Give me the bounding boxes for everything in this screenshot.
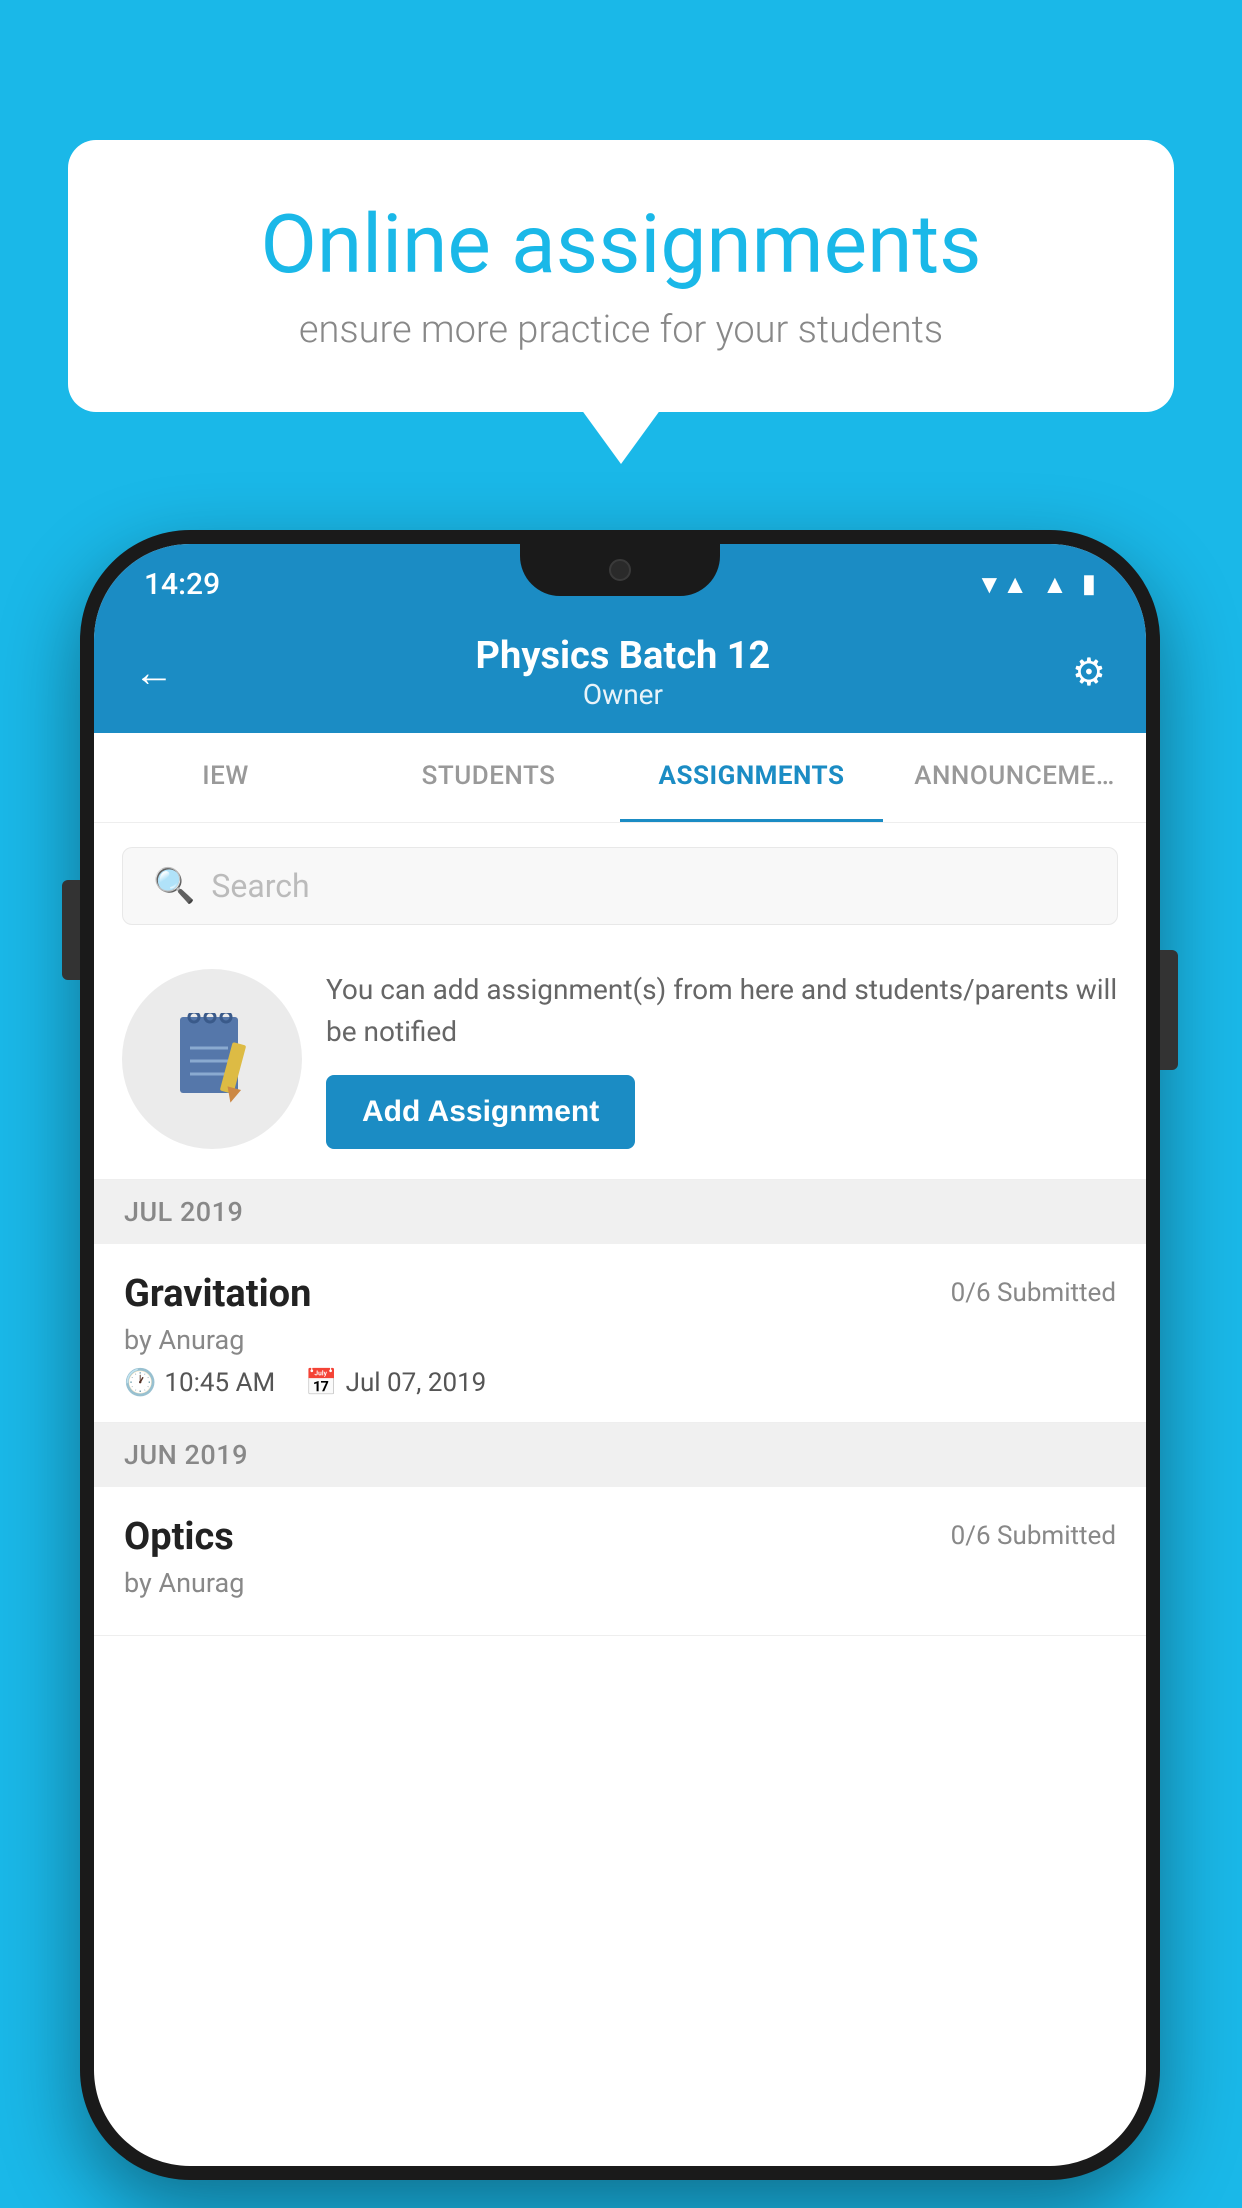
month-header-jun: JUN 2019	[94, 1423, 1146, 1487]
assignment-by: by Anurag	[124, 1324, 1116, 1356]
clock-icon: 🕐	[124, 1368, 156, 1398]
header-subtitle: Owner	[476, 678, 771, 711]
bubble-subtitle: ensure more practice for your students	[138, 308, 1104, 352]
bubble-title: Online assignments	[138, 200, 1104, 290]
search-bar[interactable]: 🔍 Search	[122, 847, 1118, 925]
assignment-submitted: 0/6 Submitted	[951, 1272, 1116, 1308]
month-header-jul: JUL 2019	[94, 1180, 1146, 1244]
speech-bubble-container: Online assignments ensure more practice …	[68, 140, 1174, 412]
header-center: Physics Batch 12 Owner	[476, 634, 771, 711]
promo-section: You can add assignment(s) from here and …	[94, 949, 1146, 1180]
search-icon: 🔍	[153, 866, 195, 906]
search-input[interactable]: Search	[211, 867, 309, 905]
assignment-item-optics[interactable]: Optics 0/6 Submitted by Anurag	[94, 1487, 1146, 1636]
assignment-item-gravitation[interactable]: Gravitation 0/6 Submitted by Anurag 🕐 10…	[94, 1244, 1146, 1423]
wifi-icon: ▼▲	[976, 569, 1027, 600]
calendar-icon: 📅	[305, 1368, 337, 1398]
battery-icon: ▮	[1082, 569, 1096, 599]
tab-students[interactable]: STUDENTS	[357, 733, 620, 822]
assignment-submitted-optics: 0/6 Submitted	[951, 1515, 1116, 1551]
header-title: Physics Batch 12	[476, 634, 771, 678]
phone: 14:29 ▼▲ ▲ ▮ ← Physics Batch 12 Owner ⚙ …	[80, 530, 1160, 2180]
app-header: ← Physics Batch 12 Owner ⚙	[94, 614, 1146, 733]
add-assignment-button[interactable]: Add Assignment	[326, 1075, 635, 1149]
assignment-time: 🕐 10:45 AM	[124, 1368, 275, 1398]
promo-icon-circle	[122, 969, 302, 1149]
assignment-row1-optics: Optics 0/6 Submitted	[124, 1515, 1116, 1559]
tabs-bar: IEW STUDENTS ASSIGNMENTS ANNOUNCEME…	[94, 733, 1146, 823]
status-icons: ▼▲ ▲ ▮	[976, 569, 1096, 600]
phone-screen: 14:29 ▼▲ ▲ ▮ ← Physics Batch 12 Owner ⚙ …	[94, 544, 1146, 2166]
assignment-name: Gravitation	[124, 1272, 311, 1316]
speech-bubble: Online assignments ensure more practice …	[68, 140, 1174, 412]
status-time: 14:29	[144, 567, 220, 602]
signal-icon: ▲	[1042, 569, 1068, 600]
assignment-date: 📅 Jul 07, 2019	[305, 1368, 486, 1398]
camera-dot	[609, 559, 631, 581]
tab-iew[interactable]: IEW	[94, 733, 357, 822]
tab-announcements[interactable]: ANNOUNCEME…	[883, 733, 1146, 822]
promo-description: You can add assignment(s) from here and …	[326, 969, 1118, 1053]
assignment-row1: Gravitation 0/6 Submitted	[124, 1272, 1116, 1316]
phone-outer: 14:29 ▼▲ ▲ ▮ ← Physics Batch 12 Owner ⚙ …	[80, 530, 1160, 2180]
assignment-name-optics: Optics	[124, 1515, 234, 1559]
assignment-by-optics: by Anurag	[124, 1567, 1116, 1599]
assignment-meta: 🕐 10:45 AM 📅 Jul 07, 2019	[124, 1368, 1116, 1398]
settings-icon[interactable]: ⚙	[1072, 650, 1106, 695]
tab-assignments[interactable]: ASSIGNMENTS	[620, 733, 883, 822]
phone-notch	[520, 544, 720, 596]
notebook-icon	[172, 1013, 252, 1105]
promo-text-area: You can add assignment(s) from here and …	[326, 969, 1118, 1149]
back-button[interactable]: ←	[134, 649, 174, 696]
